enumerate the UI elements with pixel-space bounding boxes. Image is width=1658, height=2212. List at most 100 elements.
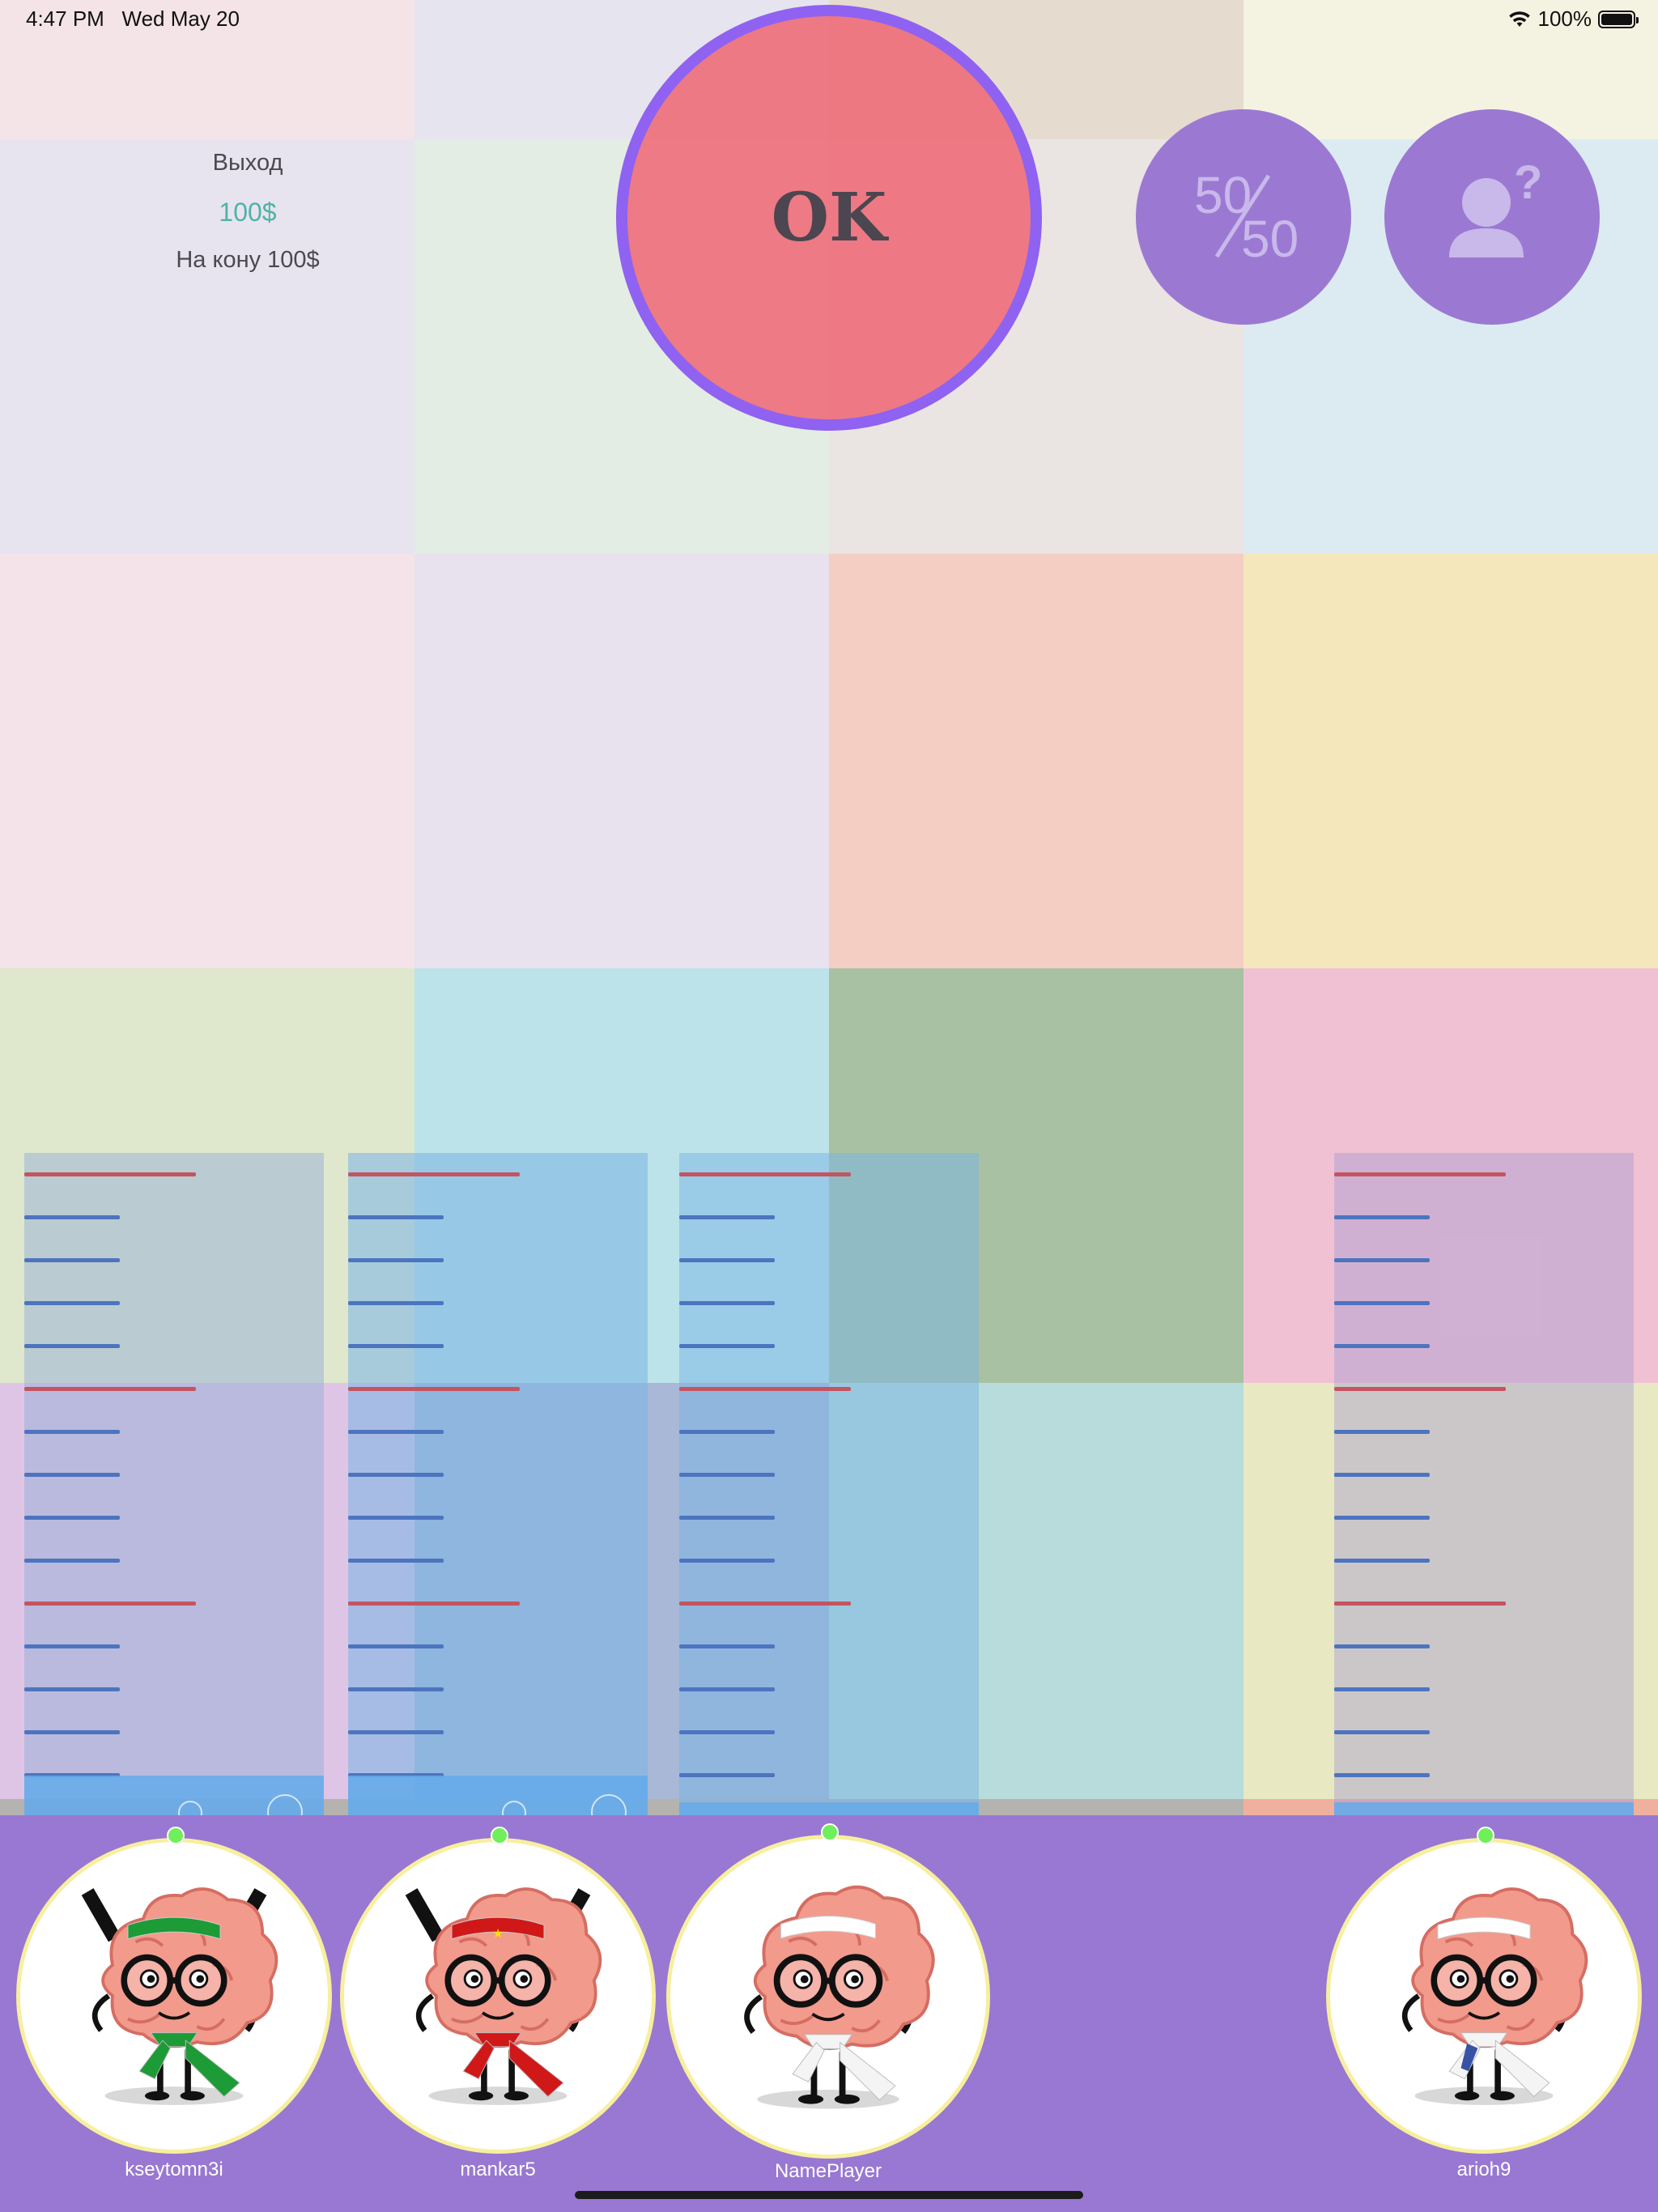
brain-mascot-icon — [81, 1887, 278, 2105]
status-indicators: 100% — [1507, 6, 1639, 32]
player-avatar[interactable] — [1326, 1838, 1642, 2154]
scale-mark — [1334, 1730, 1430, 1734]
battery-full-icon — [1598, 10, 1639, 28]
scale-mark — [1334, 1687, 1430, 1691]
scale-mark — [24, 1172, 196, 1176]
scale-mark — [348, 1473, 444, 1477]
scale-mark — [679, 1344, 775, 1348]
scale-mark — [679, 1644, 775, 1648]
player-bar: kseytomn3i ★ mankar5 NamePlayer arioh9 — [0, 1815, 1658, 2212]
scale-mark — [1334, 1602, 1506, 1606]
scale-mark — [679, 1387, 851, 1391]
scale-mark — [679, 1730, 775, 1734]
wifi-icon — [1508, 11, 1530, 27]
time-text: 4:47 PM — [26, 6, 104, 31]
status-time: 4:47 PM Wed May 20 — [26, 6, 240, 32]
player-name: NamePlayer — [774, 2160, 882, 2182]
scale-mark — [24, 1473, 120, 1477]
scale-mark — [348, 1215, 444, 1219]
fifty-fifty-button[interactable]: 50 50 — [1136, 109, 1351, 325]
scale-mark — [679, 1430, 775, 1434]
scale-mark — [679, 1258, 775, 1262]
online-indicator — [491, 1827, 508, 1844]
scale-mark — [348, 1644, 444, 1648]
scale-mark — [1334, 1215, 1430, 1219]
scale-mark — [1334, 1516, 1430, 1520]
water-level — [679, 1802, 979, 1815]
player-card-1[interactable]: kseytomn3i — [16, 1827, 332, 2181]
scale-mark — [348, 1430, 444, 1434]
scale-mark — [24, 1387, 196, 1391]
scale-mark — [1334, 1301, 1430, 1305]
scale-mark — [679, 1602, 851, 1606]
scale-mark — [679, 1687, 775, 1691]
scale-mark — [348, 1602, 520, 1606]
date-text: Wed May 20 — [121, 6, 240, 31]
player-tube-1 — [24, 1153, 324, 1815]
player-tube-4 — [1334, 1153, 1634, 1815]
scale-mark — [348, 1559, 444, 1563]
scale-mark — [348, 1301, 444, 1305]
player-card-3[interactable]: NamePlayer — [666, 1823, 990, 2183]
scale-mark — [348, 1387, 520, 1391]
scale-mark — [1334, 1559, 1430, 1563]
scale-mark — [24, 1258, 120, 1262]
online-indicator — [167, 1827, 185, 1844]
player-name: kseytomn3i — [125, 2159, 223, 2180]
scale-mark — [348, 1258, 444, 1262]
scale-mark — [24, 1559, 120, 1563]
brain-mascot-icon — [744, 1885, 935, 2109]
scale-mark — [24, 1301, 120, 1305]
online-indicator — [1477, 1827, 1494, 1844]
scale-mark — [679, 1301, 775, 1305]
scale-mark — [348, 1687, 444, 1691]
scale-mark — [348, 1344, 444, 1348]
svg-text:?: ? — [1514, 156, 1542, 209]
scale-mark — [348, 1172, 520, 1176]
player-avatar[interactable] — [16, 1838, 332, 2154]
player-avatar[interactable] — [666, 1835, 990, 2159]
scale-mark — [1334, 1430, 1430, 1434]
scale-mark — [24, 1644, 120, 1648]
player-card-2[interactable]: ★ mankar5 — [340, 1827, 656, 2181]
player-tube-3 — [679, 1153, 979, 1815]
stake-text: На кону 100$ — [176, 247, 320, 273]
scale-mark — [1334, 1773, 1430, 1777]
battery-percent: 100% — [1537, 6, 1592, 31]
scale-mark — [679, 1559, 775, 1563]
scale-mark — [1334, 1172, 1506, 1176]
scale-mark — [24, 1730, 120, 1734]
scale-mark — [679, 1516, 775, 1520]
svg-text:★: ★ — [492, 1926, 504, 1941]
player-name: arioh9 — [1456, 2159, 1511, 2180]
exit-button[interactable]: Выход — [0, 150, 495, 177]
status-bar: 4:47 PM Wed May 20 100% — [0, 0, 1658, 39]
scale-mark — [24, 1215, 120, 1219]
money-balance: 100$ — [219, 198, 277, 227]
scale-mark — [24, 1602, 196, 1606]
scale-mark — [24, 1516, 120, 1520]
scale-mark — [24, 1687, 120, 1691]
scale-mark — [24, 1430, 120, 1434]
online-indicator — [821, 1823, 839, 1841]
scale-mark — [1334, 1258, 1430, 1262]
scale-mark — [679, 1773, 775, 1777]
water-level — [1334, 1802, 1634, 1815]
scale-mark — [679, 1473, 775, 1477]
fifty-fifty-icon: 50 50 — [1194, 166, 1299, 268]
brain-mascot-icon — [1401, 1887, 1588, 2105]
scale-mark — [1334, 1387, 1506, 1391]
scale-mark — [1334, 1644, 1430, 1648]
home-indicator[interactable] — [575, 2191, 1083, 2199]
player-name: mankar5 — [460, 2159, 536, 2180]
ok-button[interactable]: OK — [616, 5, 1042, 431]
ask-friend-button[interactable]: ? — [1384, 109, 1600, 325]
scale-mark — [24, 1344, 120, 1348]
player-card-4[interactable]: arioh9 — [1326, 1827, 1642, 2181]
scale-mark — [679, 1172, 851, 1176]
game-info-panel: Выход 100$ На кону 100$ — [0, 150, 495, 274]
scale-mark — [1334, 1344, 1430, 1348]
ok-button-label: OK — [771, 179, 887, 257]
player-avatar[interactable]: ★ — [340, 1838, 656, 2154]
person-question-icon: ? — [1449, 156, 1542, 257]
